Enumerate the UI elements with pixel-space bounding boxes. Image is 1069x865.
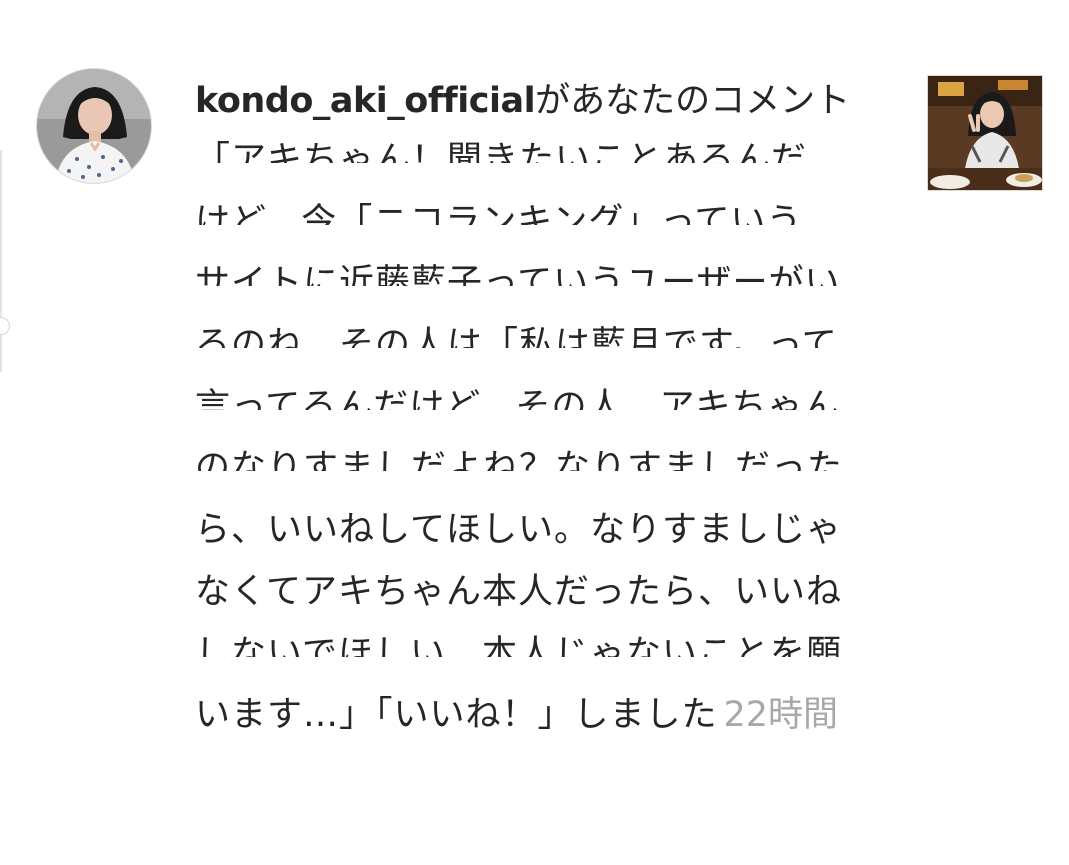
comment-line: のなりすましだよね？なりすましだった (185, 438, 885, 500)
comment-line: 「アキちゃん！聞きたいことあるんだ (185, 130, 885, 192)
timestamp: 22時間 (723, 695, 839, 736)
liked-text: います…」「いいね！」しました (195, 695, 718, 736)
notification-headline: kondo_aki_officialがあなたのコメント (195, 74, 885, 128)
comment-last-line: います…」「いいね！」しました 22時間 (195, 685, 885, 747)
comment-line: るのね、その人は「私は藍月です。って (185, 315, 885, 377)
comment-line: なくてアキちゃん本人だったら、いいね (195, 571, 842, 612)
notification-item[interactable]: kondo_aki_officialがあなたのコメント 「アキちゃん！聞きたいこ… (185, 74, 885, 747)
comment-line: サイトに近藤藍子っていうユーザーがい (185, 253, 885, 315)
comment-line: しないでほしい…本人じゃないことを願 (185, 624, 885, 686)
username-link[interactable]: kondo_aki_official (195, 81, 536, 121)
post-photo (928, 76, 1042, 190)
panel-edge (0, 150, 2, 372)
drag-handle[interactable] (0, 317, 10, 335)
comment-line: 言ってるんだけど、その人、アキちゃん (185, 377, 885, 439)
avatar-photo (37, 69, 151, 183)
post-thumbnail[interactable] (927, 75, 1043, 191)
avatar[interactable] (36, 68, 152, 184)
comment-text: 「アキちゃん！聞きたいことあるんだ けど、今「ニコランキング」っていう サイトに… (185, 130, 885, 747)
comment-line: ら、いいねしてほしい。なりすましじゃ (195, 510, 842, 551)
action-text: があなたのコメント (535, 81, 851, 121)
comment-line: けど、今「ニコランキング」っていう (185, 192, 885, 254)
